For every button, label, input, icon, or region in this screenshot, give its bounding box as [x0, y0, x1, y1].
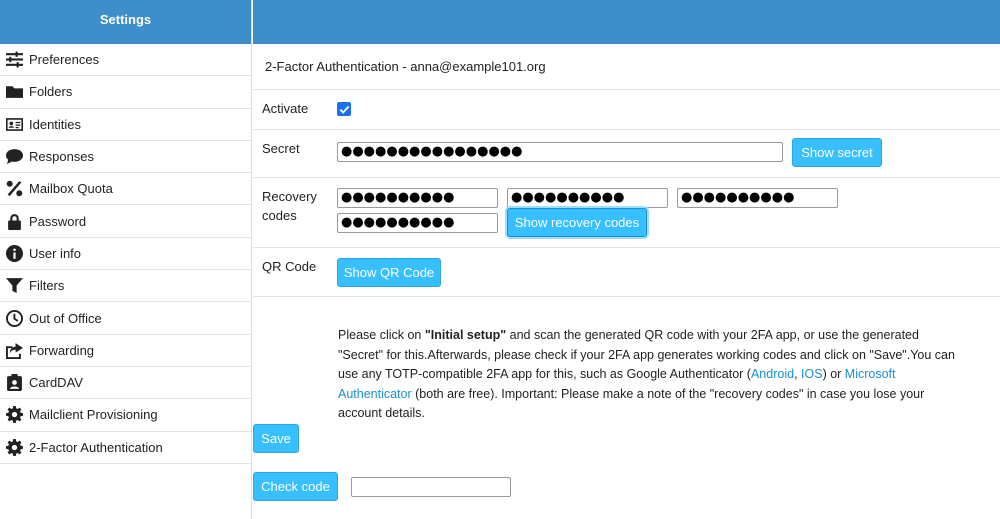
settings-sidebar: Settings Preferences Folders Identities …	[0, 0, 252, 519]
activate-label: Activate	[262, 101, 309, 116]
folder-icon	[5, 83, 23, 101]
qr-label: QR Code	[262, 259, 317, 274]
sidebar-item-label: Filters	[29, 278, 65, 294]
sidebar-item-user-info[interactable]: User info	[0, 238, 251, 271]
sidebar-item-label: Password	[29, 213, 87, 229]
sidebar-item-mailbox-quota[interactable]: Mailbox Quota	[0, 173, 251, 206]
recovery-label-line2: codes	[262, 208, 297, 223]
sidebar-item-label: Preferences	[29, 52, 100, 68]
sidebar-item-forwarding[interactable]: Forwarding	[0, 335, 251, 367]
page-title: 2-Factor Authentication - anna@example10…	[253, 44, 1000, 90]
ios-link[interactable]: IOS	[801, 367, 823, 381]
secret-label: Secret	[262, 141, 300, 156]
sidebar-item-password[interactable]: Password	[0, 205, 251, 238]
sidebar-item-label: Out of Office	[29, 310, 102, 326]
sidebar-item-identities[interactable]: Identities	[0, 109, 251, 141]
recovery-code-field[interactable]: ●●●●●●●●●●	[677, 188, 838, 208]
gear-icon	[5, 438, 23, 456]
check-code-input[interactable]	[351, 477, 511, 497]
show-recovery-codes-button[interactable]: Show recovery codes	[507, 208, 647, 237]
qr-row: QR Code Show QR Code	[253, 248, 1000, 297]
sidebar-item-label: 2-Factor Authentication	[29, 439, 163, 455]
recovery-row: Recovery codes ●●●●●●●●●● ●●●●●●●●●● ●●●…	[253, 178, 1000, 248]
lock-icon	[5, 212, 23, 230]
info-icon	[5, 244, 23, 262]
recovery-label-line1: Recovery	[262, 189, 317, 204]
sidebar-item-label: Mailclient Provisioning	[29, 407, 158, 423]
save-button[interactable]: Save	[253, 424, 299, 453]
gear-icon	[5, 406, 23, 424]
sidebar-item-2fa[interactable]: 2-Factor Authentication	[0, 432, 251, 464]
sidebar-item-label: Mailbox Quota	[29, 181, 113, 197]
sidebar-item-preferences[interactable]: Preferences	[0, 44, 251, 77]
checkmark-icon	[339, 105, 349, 114]
clock-icon	[5, 309, 23, 327]
sidebar-item-out-of-office[interactable]: Out of Office	[0, 302, 251, 335]
sidebar-item-label: Forwarding	[29, 342, 95, 358]
secret-row: Secret ●●●●●●●●●●●●●●●● Show secret	[253, 130, 1000, 178]
sidebar-title: Settings	[0, 0, 251, 44]
help-text-4: (both are free). Important: Please make …	[338, 386, 925, 421]
main-panel: 2-Factor Authentication - anna@example10…	[253, 0, 1000, 519]
help-text-1: Please click on	[338, 328, 425, 342]
help-text: Please click on "Initial setup" and scan…	[338, 326, 958, 424]
show-qr-code-button[interactable]: Show QR Code	[337, 258, 441, 287]
percent-icon	[5, 180, 23, 198]
sidebar-item-label: User info	[29, 245, 82, 261]
top-bar	[253, 0, 1000, 44]
sidebar-item-label: Identities	[29, 116, 82, 132]
filter-icon	[5, 277, 23, 295]
sidebar-item-filters[interactable]: Filters	[0, 270, 251, 303]
initial-setup-text: "Initial setup"	[424, 328, 507, 342]
sidebar-item-folders[interactable]: Folders	[0, 76, 251, 109]
recovery-code-field[interactable]: ●●●●●●●●●●	[337, 188, 498, 208]
show-secret-button[interactable]: Show secret	[792, 138, 882, 167]
recovery-code-field[interactable]: ●●●●●●●●●●	[337, 213, 498, 233]
share-icon	[5, 341, 23, 359]
help-text-3: ) or	[822, 367, 845, 381]
android-link[interactable]: Android	[751, 367, 794, 381]
sidebar-item-label: Responses	[29, 149, 95, 165]
secret-field[interactable]: ●●●●●●●●●●●●●●●●	[337, 142, 783, 162]
id-card-icon	[5, 115, 23, 133]
activate-row: Activate	[253, 90, 1000, 130]
sidebar-item-label: CardDAV	[29, 375, 83, 391]
contact-card-icon	[5, 374, 23, 392]
sidebar-item-mailclient-provisioning[interactable]: Mailclient Provisioning	[0, 399, 251, 432]
sidebar-item-responses[interactable]: Responses	[0, 141, 251, 174]
check-code-button[interactable]: Check code	[253, 472, 338, 501]
recovery-code-field[interactable]: ●●●●●●●●●●	[507, 188, 668, 208]
sidebar-item-label: Folders	[29, 84, 73, 100]
sidebar-item-carddav[interactable]: CardDAV	[0, 367, 251, 400]
speech-bubble-icon	[5, 148, 23, 166]
help-sep: ,	[794, 367, 802, 381]
activate-checkbox[interactable]	[337, 102, 351, 116]
sliders-icon	[5, 51, 23, 69]
